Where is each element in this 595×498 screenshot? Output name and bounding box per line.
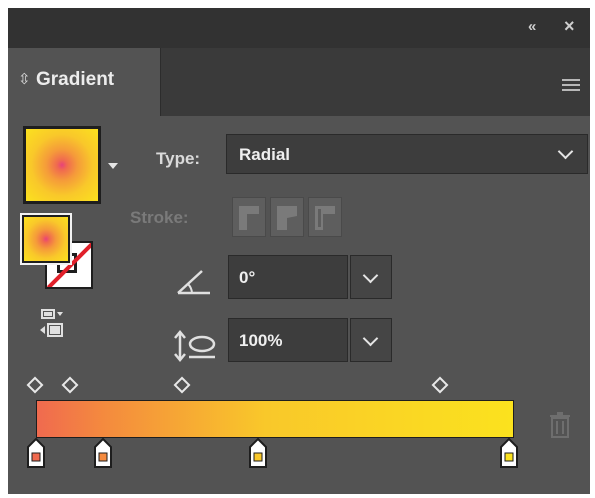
type-value: Radial: [239, 145, 291, 164]
aspect-dropdown-button[interactable]: [350, 318, 392, 362]
color-stop[interactable]: [94, 438, 112, 468]
angle-value: 0°: [239, 268, 256, 287]
tab-gradient[interactable]: ⇳ Gradient: [8, 48, 161, 116]
swatch-menu-icon[interactable]: [108, 163, 118, 169]
type-dropdown[interactable]: Radial: [226, 134, 588, 174]
aspect-ratio-icon: [174, 330, 216, 362]
aspect-value: 100%: [239, 331, 283, 350]
stroke-along-button: [270, 197, 304, 237]
aspect-field[interactable]: 100%: [228, 318, 348, 362]
panel-menu-icon[interactable]: [562, 79, 580, 93]
panel-arrows-icon: ⇳: [18, 71, 31, 88]
angle-icon: [177, 270, 210, 295]
midpoint-diamond[interactable]: [26, 376, 44, 394]
stroke-within-icon: [239, 206, 259, 230]
type-label: Type:: [156, 149, 201, 168]
chevron-down-icon: [362, 267, 379, 284]
chevron-down-icon: [557, 143, 574, 160]
midpoint-diamond[interactable]: [61, 376, 79, 394]
panel-titlebar: « ×: [8, 8, 590, 48]
tab-row: ⇳ Gradient: [8, 48, 590, 116]
chevron-down-icon: [362, 330, 379, 347]
angle-dropdown-button[interactable]: [350, 255, 392, 299]
color-stop[interactable]: [27, 438, 45, 468]
stroke-across-icon: [315, 206, 335, 230]
midpoint-diamond[interactable]: [431, 376, 449, 394]
tab-label: Gradient: [36, 69, 115, 90]
stroke-across-button: [308, 197, 342, 237]
gradient-slider[interactable]: [36, 400, 514, 438]
angle-field[interactable]: 0°: [228, 255, 348, 299]
close-icon[interactable]: ×: [564, 16, 575, 37]
gradient-panel: « × ⇳ Gradient Type: Radial Stroke: 0° 1…: [8, 8, 590, 494]
midpoint-diamond[interactable]: [173, 376, 191, 394]
fill-swatch[interactable]: [20, 213, 72, 265]
stroke-along-icon: [277, 206, 297, 230]
gradient-swatch[interactable]: [23, 126, 101, 204]
stroke-label: Stroke:: [130, 208, 189, 227]
collapse-icon[interactable]: «: [528, 18, 536, 35]
stroke-within-button: [232, 197, 266, 237]
trash-icon[interactable]: [549, 412, 571, 438]
color-stop[interactable]: [500, 438, 518, 468]
swap-fill-stroke-icon[interactable]: [38, 308, 68, 340]
color-stop[interactable]: [249, 438, 267, 468]
